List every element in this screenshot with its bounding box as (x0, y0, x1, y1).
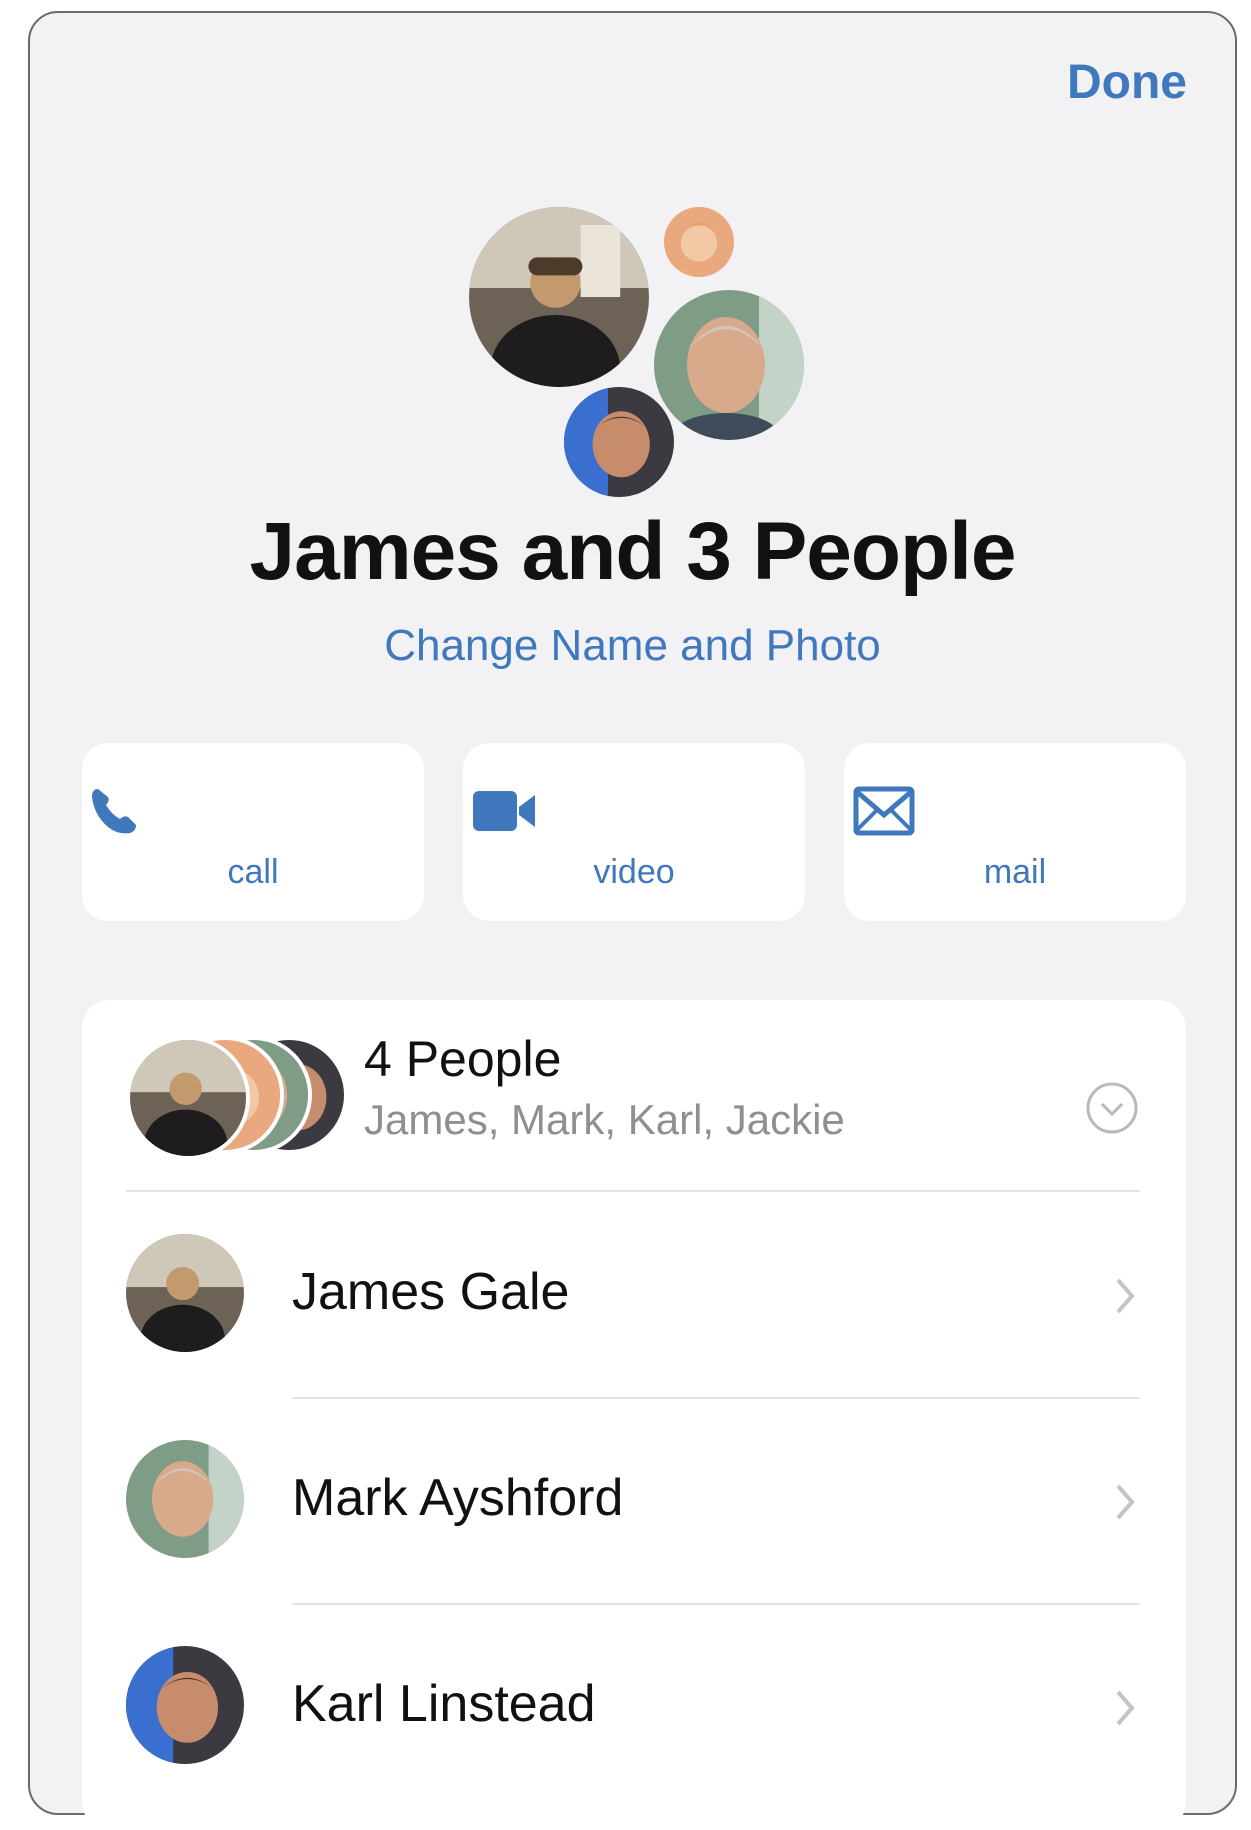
video-button[interactable]: video (463, 743, 805, 921)
contact-name: Karl Linstead (292, 1675, 596, 1733)
contact-row-mark[interactable]: Mark Ayshford (82, 1400, 1186, 1600)
done-button[interactable]: Done (1067, 55, 1187, 110)
avatar-karl-linstead (126, 1646, 244, 1764)
chevron-right-icon (1116, 1690, 1135, 1726)
avatar-james-gale (126, 1234, 244, 1352)
contact-name: James Gale (292, 1263, 570, 1321)
divider (292, 1397, 1140, 1399)
divider (292, 1603, 1140, 1605)
members-count: 4 People (364, 1031, 562, 1087)
video-label: video (593, 853, 675, 891)
envelope-icon (853, 786, 915, 836)
video-camera-icon (473, 791, 535, 831)
avatar-stack-james (126, 1036, 250, 1160)
group-title: James and 3 People (249, 506, 1017, 597)
contact-row-karl[interactable]: Karl Linstead (82, 1606, 1186, 1806)
call-button[interactable]: call (82, 743, 424, 921)
change-name-photo-link[interactable]: Change Name and Photo (30, 621, 1235, 671)
contact-row-james[interactable]: James Gale (82, 1194, 1186, 1394)
chevron-right-icon (1116, 1484, 1135, 1520)
members-card: 4 People James, Mark, Karl, Jackie James… (82, 1000, 1186, 1830)
chevron-right-icon (1116, 1278, 1135, 1314)
action-bar: call video mail (82, 743, 1186, 921)
avatar-james (465, 203, 653, 391)
avatar-karl (560, 383, 678, 501)
mail-label: mail (983, 853, 1047, 891)
members-summary-row[interactable]: 4 People James, Mark, Karl, Jackie (82, 1000, 1186, 1180)
phone-icon (92, 789, 136, 834)
mail-button[interactable]: mail (844, 743, 1186, 921)
contact-name: Mark Ayshford (292, 1469, 624, 1527)
group-info-panel: Done James and 3 People Change Name and … (28, 11, 1237, 1830)
avatar-jackie (660, 203, 738, 281)
avatar-mark-ayshford (126, 1440, 244, 1558)
divider (126, 1190, 1140, 1192)
chevron-down-icon[interactable] (1084, 1080, 1140, 1136)
members-names: James, Mark, Karl, Jackie (364, 1096, 845, 1143)
call-label: call (227, 853, 279, 891)
